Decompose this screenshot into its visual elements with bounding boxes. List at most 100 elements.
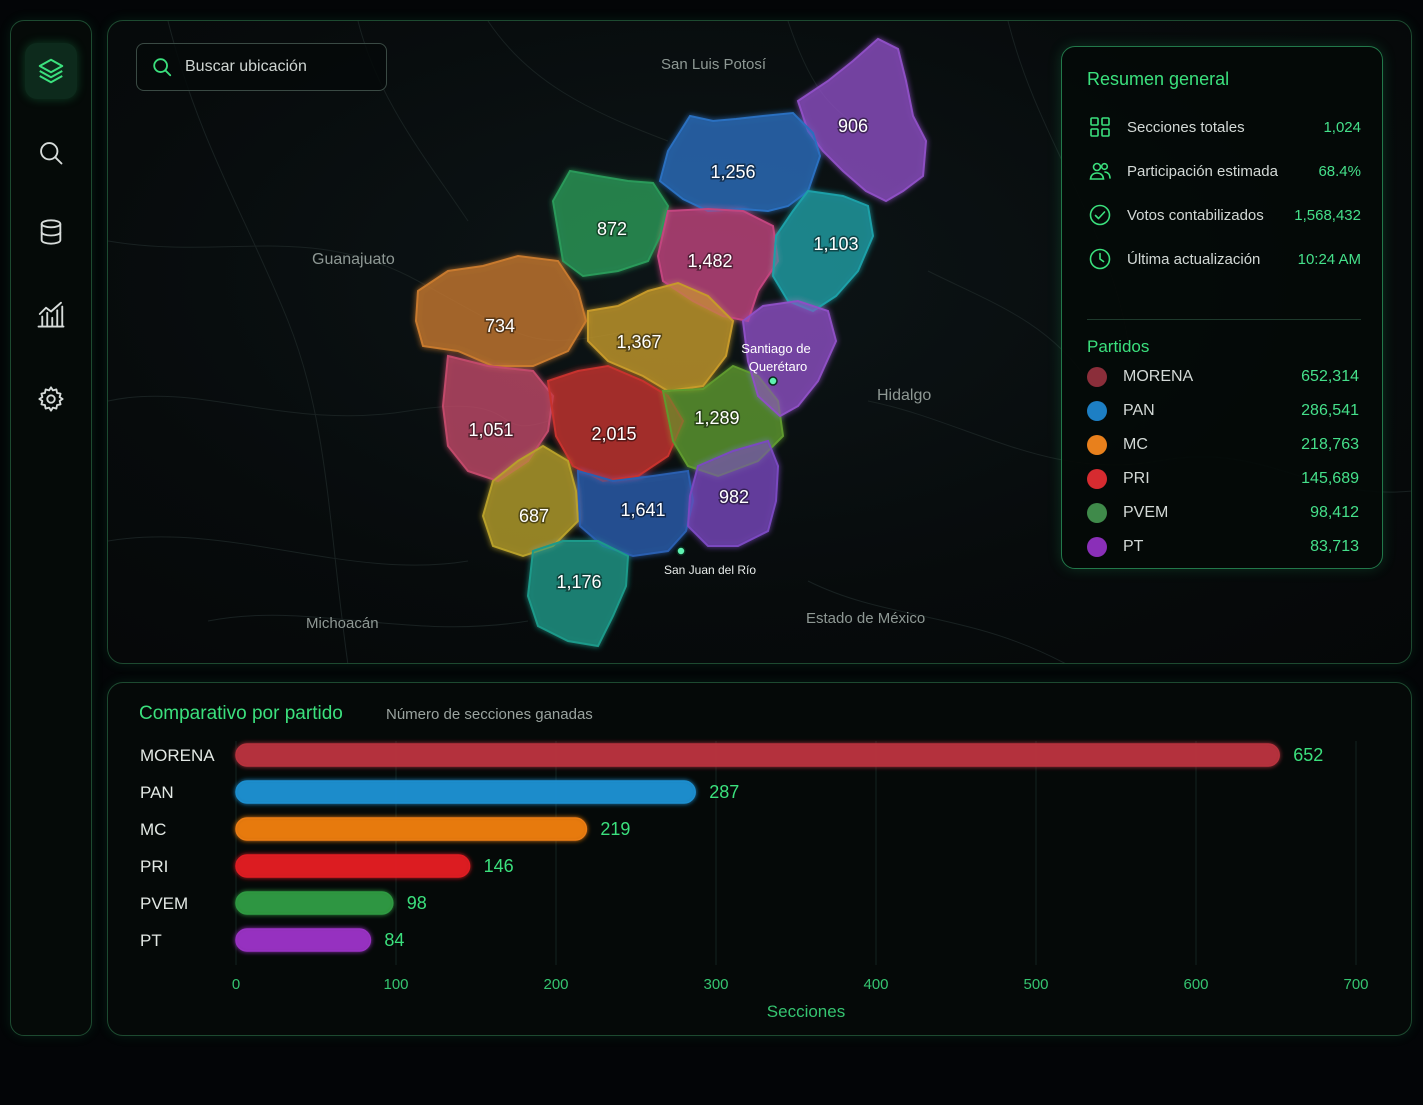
search-box[interactable]: [136, 43, 387, 91]
party-votes: 286,541: [1301, 402, 1359, 419]
x-tick-label: 400: [863, 976, 888, 993]
city-marker[interactable]: [676, 546, 686, 556]
region-label: 906: [838, 116, 868, 136]
region-label: 1,482: [687, 251, 732, 271]
search-icon: [40, 142, 63, 165]
stat-label: Secciones totales: [1127, 118, 1245, 136]
party-name: PT: [1123, 538, 1144, 555]
party-name: PVEM: [1123, 504, 1169, 521]
gear-icon: [38, 386, 64, 412]
place-label: Michoacán: [306, 615, 379, 632]
y-category-label: PRI: [140, 857, 168, 876]
nav-analytics-button[interactable]: [25, 286, 77, 342]
stat-value: 1,024: [1323, 118, 1361, 136]
map-region-14[interactable]: [526, 540, 630, 648]
city-marker[interactable]: [768, 376, 778, 386]
x-tick-label: 0: [232, 976, 240, 993]
party-row[interactable]: PVEM 98,412: [1087, 500, 1359, 526]
party-name: MC: [1123, 436, 1148, 453]
region-label: 734: [485, 316, 515, 336]
bar[interactable]: [235, 854, 471, 878]
x-tick-label: 500: [1023, 976, 1048, 993]
layers-icon: [38, 58, 64, 84]
sidebar: [10, 20, 92, 1036]
place-label: Hidalgo: [877, 387, 932, 404]
nav-database-button[interactable]: [25, 204, 77, 260]
chart-panel: Comparativo por partido Número de seccio…: [107, 682, 1412, 1036]
party-color-dot: [1087, 401, 1107, 421]
nav-layers-button[interactable]: [25, 43, 77, 99]
city-label: San Juan del Río: [664, 563, 756, 577]
x-tick-label: 700: [1343, 976, 1368, 993]
stat-row: Votos contabilizados 1,568,432: [1087, 201, 1361, 229]
nav-settings-button[interactable]: [25, 371, 77, 427]
x-axis-label: Secciones: [767, 1002, 845, 1021]
region-label: 982: [719, 487, 749, 507]
check-circle-icon: [1087, 202, 1113, 228]
party-color-dot: [1087, 367, 1107, 387]
party-votes: 83,713: [1310, 538, 1359, 555]
party-row[interactable]: PRI 145,689: [1087, 466, 1359, 492]
y-category-label: MORENA: [140, 746, 215, 765]
clock-icon: [1087, 246, 1113, 272]
search-icon: [153, 58, 172, 77]
party-row[interactable]: PT 83,713: [1087, 534, 1359, 560]
summary-title: Resumen general: [1087, 69, 1230, 89]
city-label: Santiago de: [741, 341, 810, 356]
map-panel[interactable]: 906 1,256 872 1,482 1,103 734 1,367 1,05…: [107, 20, 1412, 664]
bar-chart: 0 100 200 300 400 500 600 700 MORENA 652 PAN 287 MC 2…: [140, 741, 1369, 1021]
stat-value: 68.4%: [1318, 162, 1361, 180]
region-label: 2,015: [591, 424, 636, 444]
stat-row: Participación estimada 68.4%: [1087, 157, 1361, 185]
bar[interactable]: [235, 891, 394, 915]
party-name: PRI: [1123, 470, 1150, 487]
party-votes: 98,412: [1310, 504, 1359, 521]
users-icon: [1087, 158, 1113, 184]
party-color-dot: [1087, 469, 1107, 489]
stat-label: Participación estimada: [1127, 162, 1278, 180]
region-label: 872: [597, 219, 627, 239]
bar-value-label: 652: [1293, 745, 1323, 765]
place-label: Guanajuato: [312, 251, 395, 268]
map-region-6[interactable]: [414, 254, 588, 367]
bar-value-label: 84: [384, 930, 404, 950]
bar-value-label: 98: [407, 893, 427, 913]
party-color-dot: [1087, 435, 1107, 455]
x-tick-label: 200: [543, 976, 568, 993]
bar-value-label: 146: [484, 856, 514, 876]
bar-value-label: 219: [600, 819, 630, 839]
y-category-label: PT: [140, 931, 162, 950]
bar[interactable]: [235, 928, 372, 952]
party-votes: 652,314: [1301, 368, 1359, 385]
place-label: Estado de México: [806, 610, 926, 627]
bar[interactable]: [235, 743, 1280, 767]
party-row[interactable]: MORENA 652,314: [1087, 364, 1359, 390]
y-category-label: PVEM: [140, 894, 188, 913]
region-label: 1,103: [813, 234, 858, 254]
stat-row: Secciones totales 1,024: [1087, 113, 1361, 141]
parties-title: Partidos: [1087, 337, 1150, 356]
party-row[interactable]: MC 218,763: [1087, 432, 1359, 458]
summary-card: Resumen general Secciones totales 1,024 …: [1061, 46, 1383, 569]
divider: [1087, 319, 1361, 320]
search-input[interactable]: [185, 58, 365, 76]
region-label: 687: [519, 506, 549, 526]
nav-search-button[interactable]: [25, 125, 77, 181]
stat-label: Votos contabilizados: [1127, 206, 1264, 224]
place-label: San Luis Potosí: [661, 56, 767, 73]
party-color-dot: [1087, 503, 1107, 523]
party-color-dot: [1087, 537, 1107, 557]
bar[interactable]: [235, 780, 696, 804]
x-tick-label: 100: [383, 976, 408, 993]
party-name: PAN: [1123, 402, 1155, 419]
bar[interactable]: [235, 817, 588, 841]
chart-icon: [37, 301, 65, 328]
stat-value: 10:24 AM: [1297, 250, 1361, 268]
stat-value: 1,568,432: [1294, 206, 1361, 224]
region-label: 1,289: [694, 408, 739, 428]
party-name: MORENA: [1123, 368, 1194, 385]
bar-value-label: 287: [709, 782, 739, 802]
x-tick-label: 300: [703, 976, 728, 993]
party-row[interactable]: PAN 286,541: [1087, 398, 1359, 424]
y-category-label: PAN: [140, 783, 174, 802]
